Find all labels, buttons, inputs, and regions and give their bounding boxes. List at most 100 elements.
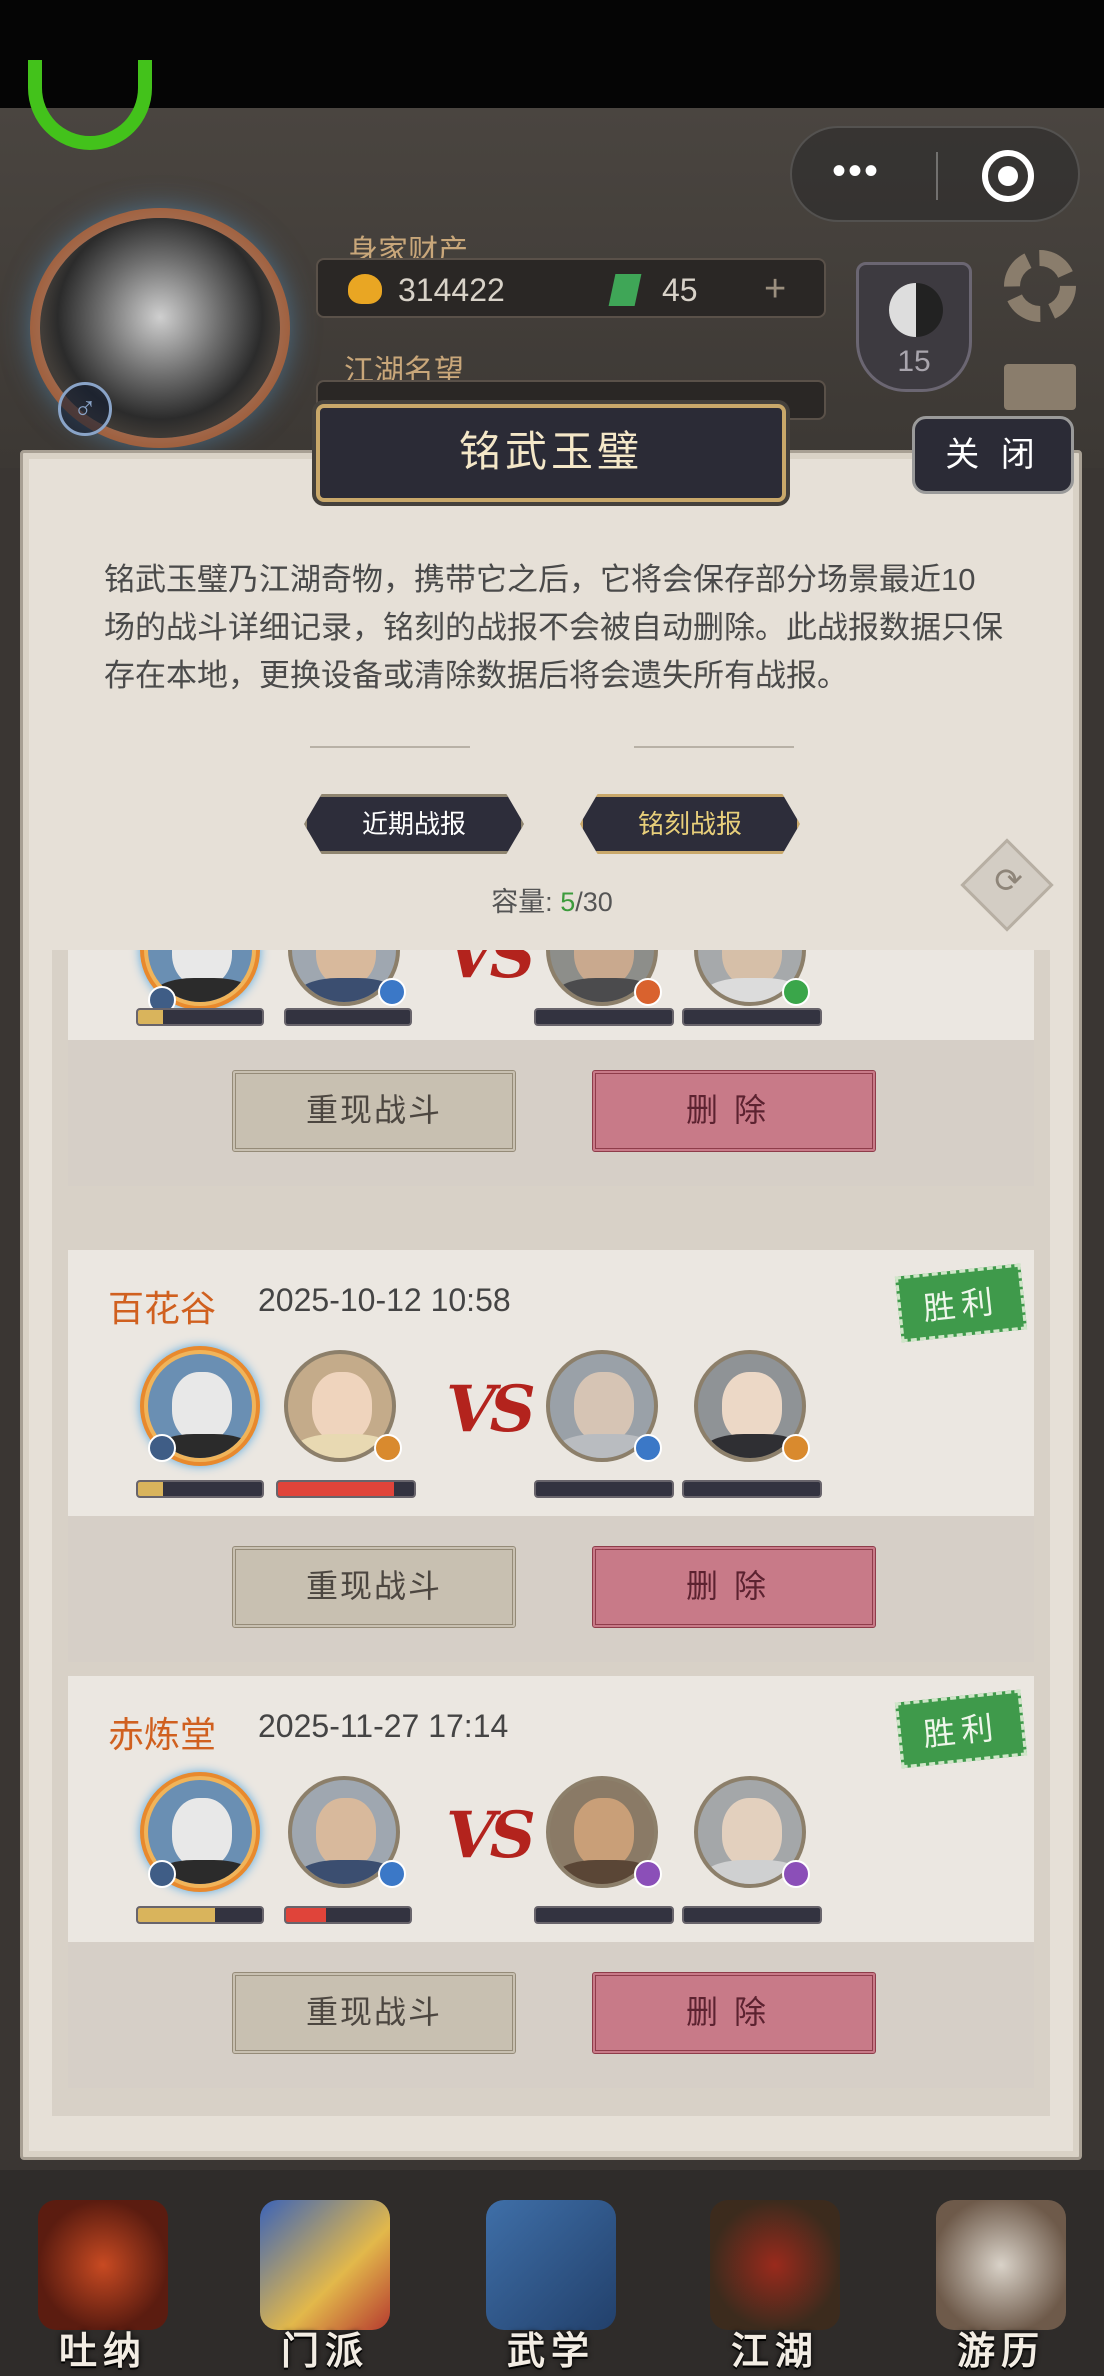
enemy-hp-bar — [534, 1480, 674, 1498]
ornament-right — [634, 746, 794, 748]
hp-fill — [138, 1010, 163, 1024]
nav-label: 门派 — [280, 2328, 369, 2373]
coin-amount: 314422 — [398, 272, 505, 308]
modal-title: 铭武玉璧 — [316, 404, 786, 502]
taiji-icon — [889, 283, 943, 337]
vs-emblem: VS — [446, 1798, 536, 1873]
gold-ingot-icon — [348, 274, 382, 304]
enemy-hp-bar — [682, 1008, 822, 1026]
avatar-face — [312, 1372, 372, 1442]
close-button[interactable]: 关 闭 — [912, 416, 1074, 494]
element-mini-icon — [374, 1434, 402, 1462]
gender-mini-icon — [148, 1860, 176, 1888]
gear-icon[interactable] — [1004, 250, 1076, 322]
vs-emblem: VS — [446, 950, 536, 993]
record-date: 2025-11-27 17:14 — [258, 1708, 509, 1744]
modal-description: 铭武玉璧乃江湖奇物，携带它之后，它将会保存部分场景最近10场的战斗详细记录，铭刻… — [104, 562, 1003, 693]
avatar-face — [574, 1798, 634, 1868]
nav-item-sect[interactable]: 门派 — [250, 2200, 400, 2376]
travel-icon — [936, 2200, 1066, 2330]
nav-label: 武学 — [506, 2328, 595, 2373]
taiji-level: 15 — [897, 345, 931, 378]
record-combatants: 赤炼堂 2025-11-27 17:14 胜利 VS — [68, 1676, 1034, 1942]
enemy-hp-bar — [534, 1008, 674, 1026]
nav-item-jianghu[interactable]: 江湖 — [700, 2200, 850, 2376]
wealth-bar: 314422 45 + — [316, 258, 826, 318]
sect-icon — [260, 2200, 390, 2330]
replay-battle-button[interactable]: 重现战斗 — [232, 1546, 516, 1628]
ally-hp-bar — [136, 1480, 264, 1498]
element-mini-icon — [634, 1860, 662, 1888]
ally-hp-bar — [284, 1008, 412, 1026]
nav-label: 游历 — [956, 2328, 1045, 2373]
record-actions: 重现战斗 删除 — [68, 1040, 1034, 1186]
jade-icon — [608, 274, 642, 306]
mask-face — [172, 1372, 232, 1442]
nav-item-martial-arts[interactable]: 武学 — [476, 2200, 626, 2376]
element-mini-icon — [634, 1434, 662, 1462]
nav-label: 江湖 — [730, 2328, 819, 2373]
bottom-navigation: 吐纳 门派 武学 江湖 游历 — [0, 2170, 1104, 2376]
exit-target-icon[interactable] — [982, 150, 1034, 202]
gender-mini-icon — [148, 1434, 176, 1462]
record-combatants: 百花谷 2025-10-12 10:58 胜利 VS — [68, 1250, 1034, 1516]
nav-item-travel[interactable]: 游历 — [926, 2200, 1076, 2376]
element-mini-icon — [378, 978, 406, 1006]
ally-hp-bar — [136, 1906, 264, 1924]
nav-item-tuna[interactable]: 吐纳 — [28, 2200, 178, 2376]
avatar-face — [722, 1798, 782, 1868]
taiji-level-badge[interactable]: 15 — [856, 262, 972, 392]
ally-hp-bar — [284, 1906, 412, 1924]
element-mini-icon — [378, 1860, 406, 1888]
hp-fill — [286, 1908, 326, 1922]
capacity-used: 5 — [560, 887, 576, 917]
delete-record-button[interactable]: 删除 — [592, 1972, 876, 2054]
replay-battle-button[interactable]: 重现战斗 — [232, 1070, 516, 1152]
mini-program-capsule: ••• — [790, 126, 1080, 222]
enemy-hp-bar — [682, 1480, 822, 1498]
more-icon[interactable]: ••• — [832, 151, 880, 191]
capsule-divider — [936, 152, 938, 200]
record-actions: 重现战斗 删除 — [68, 1516, 1034, 1662]
status-bar — [0, 0, 1104, 108]
element-mini-icon — [782, 1860, 810, 1888]
ally-hp-bar — [276, 1480, 416, 1498]
jade-amount: 45 — [662, 272, 698, 308]
enemy-hp-bar — [682, 1906, 822, 1924]
battle-report-list[interactable]: VS 重现战斗 删除 百花谷 2025-10-12 10:58 胜利 VS 重现… — [52, 950, 1050, 2116]
capacity-total: /30 — [575, 887, 613, 917]
ornament-left — [310, 746, 470, 748]
record-actions: 重现战斗 删除 — [68, 1942, 1034, 2088]
mail-icon[interactable] — [1004, 364, 1076, 410]
capacity-indicator: 容量: 5/30 — [0, 880, 1104, 919]
element-mini-icon — [782, 1434, 810, 1462]
meditation-icon — [38, 2200, 168, 2330]
hp-fill — [138, 1482, 163, 1496]
element-mini-icon — [782, 978, 810, 1006]
enemy-hp-bar — [534, 1906, 674, 1924]
record-school: 赤炼堂 — [108, 1714, 217, 1755]
delete-record-button[interactable]: 删除 — [592, 1546, 876, 1628]
avatar-face — [316, 1798, 376, 1868]
nav-label: 吐纳 — [58, 2328, 147, 2373]
record-school: 百花谷 — [108, 1288, 217, 1329]
tab-recent-reports[interactable]: 近期战报 — [304, 794, 524, 854]
tab-engraved-reports[interactable]: 铭刻战报 — [580, 794, 800, 854]
victory-stamp: 胜利 — [894, 1263, 1028, 1343]
jianghu-icon — [710, 2200, 840, 2330]
capacity-label: 容量: — [491, 887, 553, 917]
element-mini-icon — [634, 978, 662, 1006]
avatar-face — [722, 1372, 782, 1442]
vs-emblem: VS — [446, 1372, 536, 1447]
record-date: 2025-10-12 10:58 — [258, 1282, 511, 1318]
martial-arts-icon — [486, 2200, 616, 2330]
hp-fill — [138, 1908, 215, 1922]
gender-badge: ♂ — [58, 382, 112, 436]
delete-record-button[interactable]: 删除 — [592, 1070, 876, 1152]
avatar-face — [574, 1372, 634, 1442]
victory-stamp: 胜利 — [894, 1689, 1028, 1769]
add-currency-button[interactable]: + — [764, 268, 786, 311]
mask-face — [172, 1798, 232, 1868]
hp-fill — [278, 1482, 394, 1496]
replay-battle-button[interactable]: 重现战斗 — [232, 1972, 516, 2054]
